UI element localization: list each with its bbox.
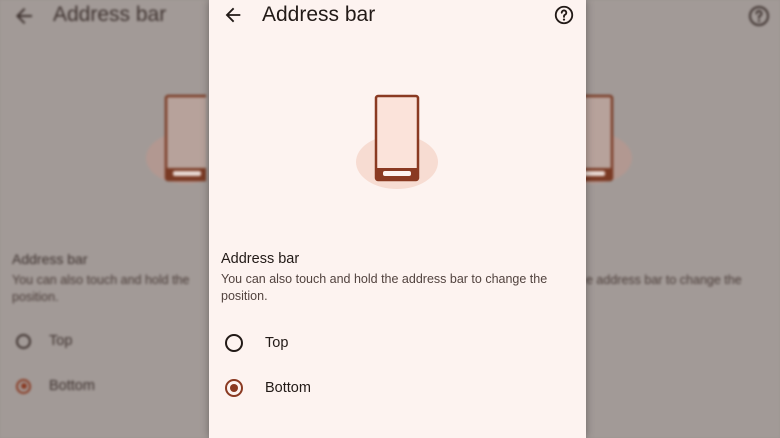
help-circle-icon xyxy=(554,5,574,25)
radio-checked-icon xyxy=(16,378,31,394)
section-description: You can also touch and hold the address … xyxy=(221,272,548,303)
background-option-bottom: Bottom xyxy=(16,378,95,394)
background-title: Address bar xyxy=(53,3,167,26)
radio-unchecked-icon xyxy=(16,333,31,349)
back-button[interactable] xyxy=(221,3,245,27)
radio-checked-icon[interactable] xyxy=(225,379,243,397)
help-button[interactable] xyxy=(552,3,576,27)
option-label: Bottom xyxy=(265,380,311,396)
page-title: Address bar xyxy=(262,3,376,26)
option-top[interactable]: Top xyxy=(225,328,565,358)
option-bottom[interactable]: Bottom xyxy=(225,373,565,403)
background-option-top: Top xyxy=(16,333,72,349)
option-label: Top xyxy=(265,335,289,351)
background-phone-illustration xyxy=(146,94,206,184)
help-circle-icon xyxy=(749,6,769,26)
arrow-back-icon xyxy=(16,8,32,24)
radio-unchecked-icon[interactable] xyxy=(225,334,243,352)
background-section-title: Address bar xyxy=(12,251,88,267)
settings-panel: Address bar Address bar You can also tou… xyxy=(209,0,586,438)
screen: Address bar Address bar You can also tou… xyxy=(0,0,780,438)
phone-illustration xyxy=(356,94,438,189)
section-title: Address bar xyxy=(221,251,300,267)
arrow-back-icon xyxy=(225,7,241,23)
background-description: You can also touch and hold the position… xyxy=(12,273,190,304)
background-description: e address bar to change the xyxy=(586,273,742,287)
